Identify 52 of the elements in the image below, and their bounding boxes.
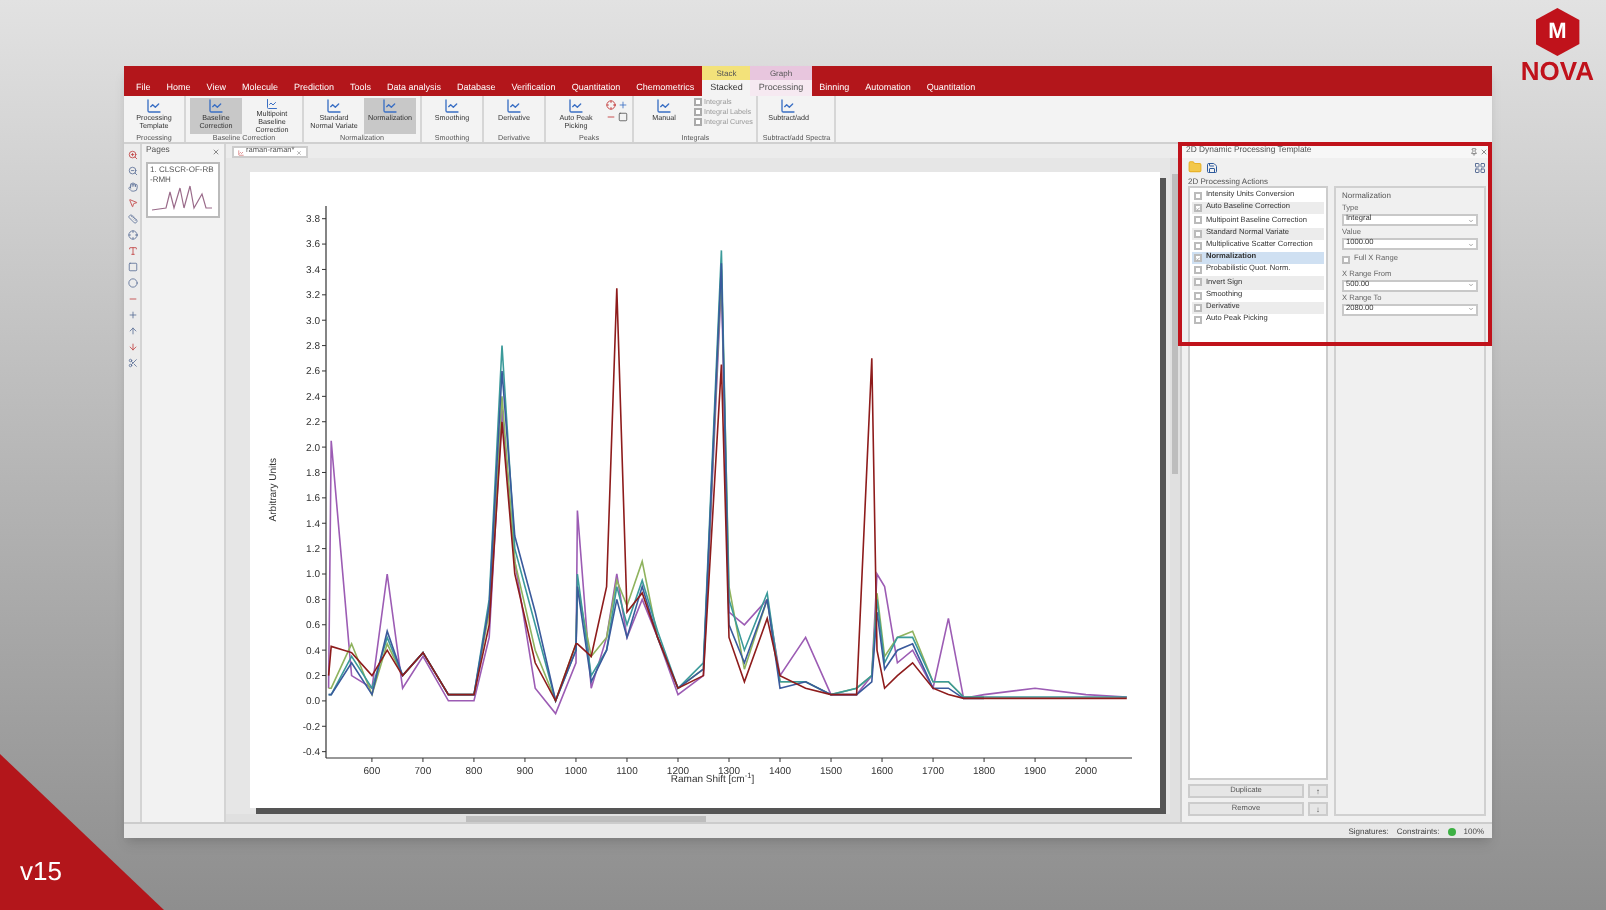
- checkbox[interactable]: [1194, 278, 1202, 287]
- square-icon[interactable]: [127, 262, 137, 272]
- crosshair-icon[interactable]: [606, 100, 616, 110]
- circle-icon[interactable]: [127, 278, 137, 288]
- chart-icon: [238, 149, 244, 155]
- plus-icon[interactable]: [618, 100, 628, 110]
- scissors-icon[interactable]: [127, 358, 137, 368]
- checkbox[interactable]: [1194, 303, 1202, 312]
- checkbox[interactable]: [1194, 229, 1202, 238]
- chart-icon: [444, 98, 460, 114]
- checkbox[interactable]: [694, 108, 702, 116]
- chart-icon: [208, 98, 224, 114]
- square-icon[interactable]: [618, 112, 628, 122]
- chart-icon: [326, 98, 342, 114]
- scrollbar[interactable]: [226, 814, 1180, 822]
- zoom-in-icon[interactable]: [127, 150, 137, 160]
- checkbox[interactable]: [1194, 315, 1202, 324]
- checkbox[interactable]: [1194, 216, 1202, 225]
- scrollbar[interactable]: [1170, 158, 1180, 814]
- checkbox[interactable]: [1194, 192, 1202, 201]
- logo-mark: M: [1535, 8, 1580, 56]
- checkbox[interactable]: [1342, 255, 1350, 264]
- arrow-down-icon[interactable]: [127, 342, 137, 352]
- checkbox[interactable]: [1194, 204, 1202, 213]
- chart-icon: [568, 98, 584, 114]
- checkbox[interactable]: [694, 98, 702, 106]
- logo-text: NOVA: [1520, 56, 1594, 86]
- layout-icon[interactable]: [1474, 161, 1486, 173]
- checkbox[interactable]: [694, 118, 702, 126]
- ruler-icon[interactable]: [127, 214, 137, 224]
- save-icon[interactable]: [1206, 161, 1218, 173]
- chart-icon: [382, 98, 398, 114]
- spectrum-thumbnail-icon: [150, 184, 214, 212]
- crosshair-icon[interactable]: [127, 230, 137, 240]
- chart-icon: [146, 98, 162, 114]
- arrow-up-icon[interactable]: [127, 326, 137, 336]
- zoom-out-icon[interactable]: [127, 166, 137, 176]
- hand-icon[interactable]: [127, 182, 137, 192]
- minus-icon[interactable]: [606, 112, 616, 122]
- checkbox[interactable]: [1194, 291, 1202, 300]
- minus-icon[interactable]: [127, 294, 137, 304]
- chart-icon: [264, 98, 280, 110]
- pin-icon[interactable]: [1470, 147, 1478, 155]
- checkbox[interactable]: [1194, 241, 1202, 250]
- checkbox[interactable]: [1194, 266, 1202, 275]
- plus-icon[interactable]: [127, 310, 137, 320]
- text-icon[interactable]: [127, 246, 137, 256]
- pointer-icon[interactable]: [127, 198, 137, 208]
- chart-icon: [780, 98, 797, 114]
- checkbox[interactable]: [1194, 254, 1202, 263]
- chart-icon: [506, 98, 522, 114]
- chart-icon: [656, 98, 672, 114]
